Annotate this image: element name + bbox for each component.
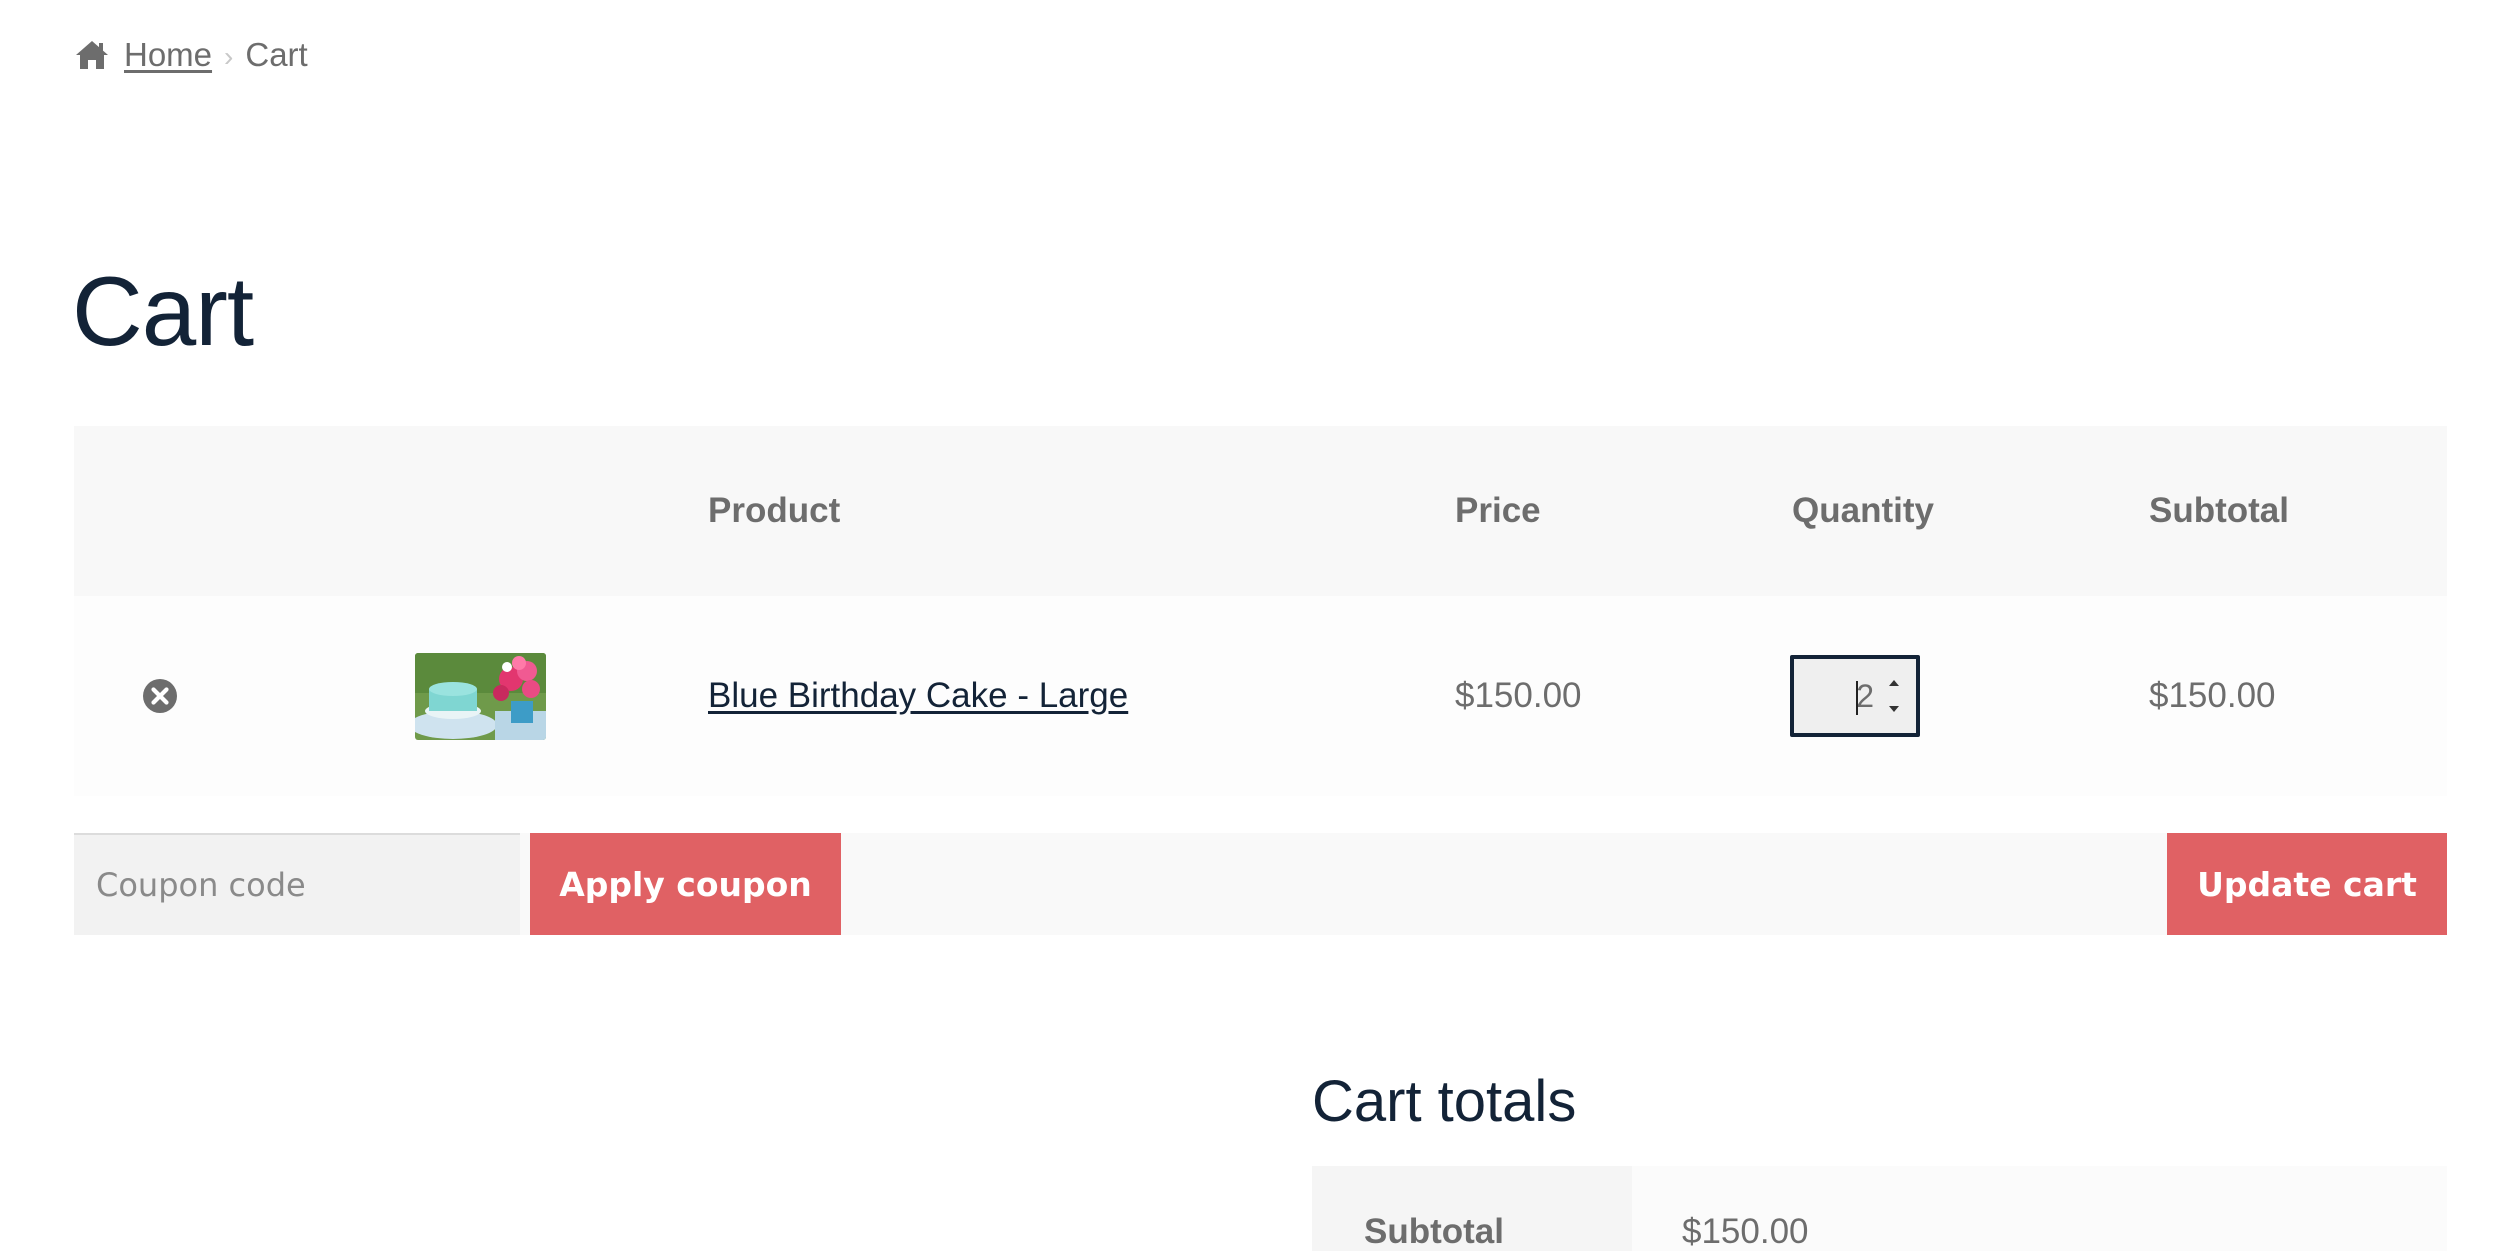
table-row: Blue Birthday Cake - Large $150.00 2 $15…	[74, 596, 2447, 796]
subtotal-cell: $150.00	[2149, 676, 2276, 715]
breadcrumb-current: Cart	[245, 36, 308, 73]
coupon-code-input[interactable]	[74, 833, 520, 935]
thumbnail-cell	[415, 596, 546, 796]
totals-subtotal-value: $150.00	[1632, 1166, 2447, 1251]
home-icon	[76, 41, 108, 69]
update-cart-button[interactable]: Update cart	[2167, 833, 2447, 935]
quantity-cell: 2	[1790, 596, 1920, 796]
cart-page: Home › Cart Cart Product Price Quantity …	[0, 0, 2517, 1251]
cart-actions: Apply coupon Update cart	[74, 833, 2447, 935]
header-price: Price	[1455, 491, 1541, 530]
spinner-arrows-icon[interactable]	[1886, 675, 1902, 717]
cake-thumbnail[interactable]	[415, 652, 546, 740]
product-cell: Blue Birthday Cake - Large	[708, 596, 1128, 796]
quantity-value: 2	[1856, 677, 1874, 714]
header-product: Product	[708, 491, 841, 530]
breadcrumb-separator: ›	[224, 41, 234, 72]
page-title: Cart	[72, 256, 254, 366]
text-cursor	[1856, 681, 1858, 715]
remove-cell	[142, 596, 178, 796]
header-subtotal: Subtotal	[2149, 491, 2289, 530]
price-cell: $150.00	[1455, 676, 1582, 715]
totals-subtotal-label: Subtotal	[1312, 1166, 1632, 1251]
breadcrumb: Home › Cart	[74, 34, 308, 76]
quantity-stepper[interactable]: 2	[1790, 655, 1920, 737]
apply-coupon-button[interactable]: Apply coupon	[530, 833, 841, 935]
product-link[interactable]: Blue Birthday Cake - Large	[708, 676, 1128, 716]
header-quantity: Quantity	[1792, 491, 1934, 530]
cart-totals-table: Subtotal $150.00	[1312, 1166, 2447, 1251]
breadcrumb-home-link[interactable]: Home	[124, 36, 212, 74]
cart-totals-title: Cart totals	[1312, 1069, 1577, 1134]
remove-circle-icon[interactable]	[142, 678, 178, 714]
cart-table-header: Product Price Quantity Subtotal	[74, 426, 2447, 596]
cart-table: Product Price Quantity Subtotal Blue Bir…	[74, 426, 2447, 796]
